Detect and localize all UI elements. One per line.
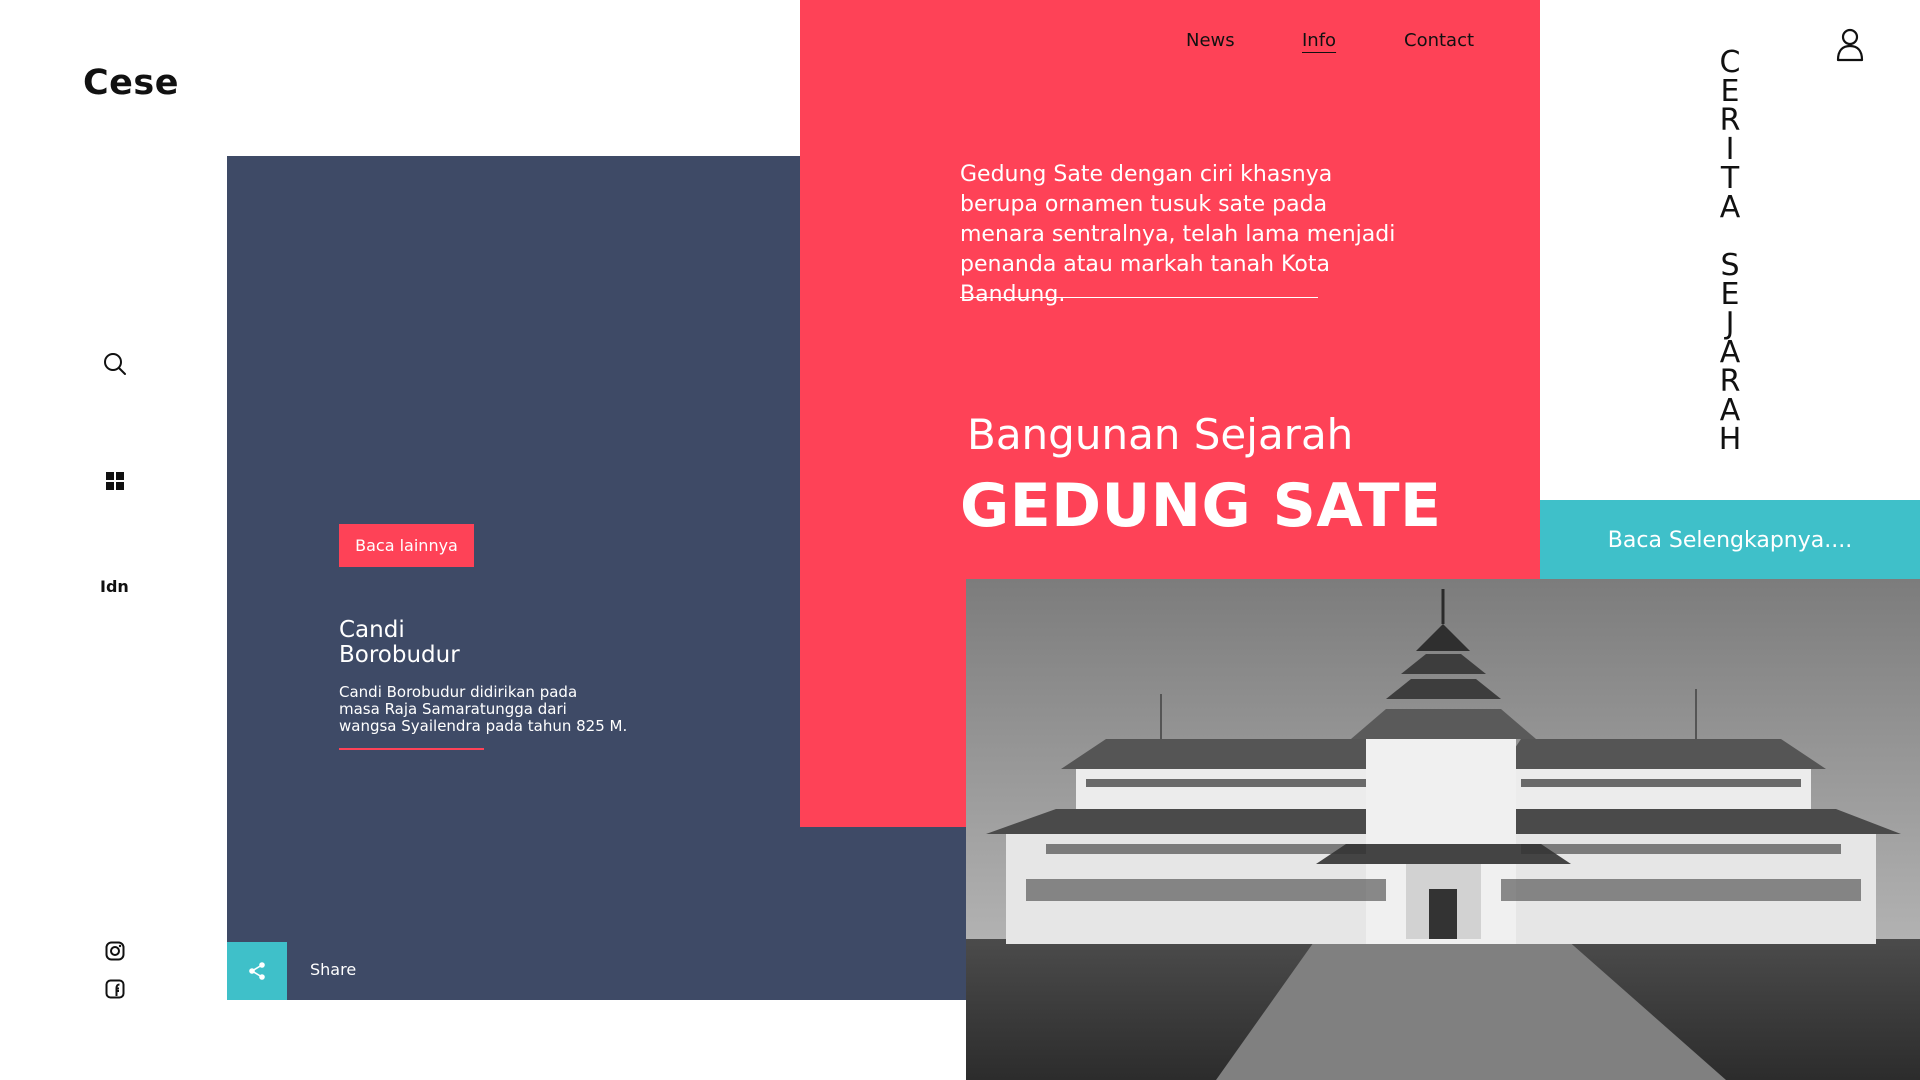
side-card-title-line2: Borobudur bbox=[339, 642, 460, 668]
feature-intro: Gedung Sate dengan ciri khasnya berupa o… bbox=[960, 162, 1396, 307]
intro-divider bbox=[960, 297, 1318, 298]
vertical-letter bbox=[1710, 222, 1750, 251]
side-card-description: Candi Borobudur didirikan pada masa Raja… bbox=[339, 684, 659, 735]
instagram-icon[interactable] bbox=[100, 936, 130, 966]
feature-title: GEDUNG SATE bbox=[960, 471, 1442, 541]
side-card-desc-line2: masa Raja Samaratungga dari bbox=[339, 700, 567, 718]
vertical-letter: S bbox=[1720, 248, 1740, 283]
side-card-divider bbox=[339, 748, 484, 750]
nav-news[interactable]: News bbox=[1186, 30, 1235, 51]
vertical-letter: R bbox=[1719, 103, 1741, 138]
nav-info[interactable]: Info bbox=[1302, 30, 1336, 51]
vertical-letter: J bbox=[1725, 306, 1735, 341]
vertical-letter: T bbox=[1720, 161, 1740, 196]
side-card-desc-line1: Candi Borobudur didirikan pada bbox=[339, 683, 578, 701]
side-card-desc-line3: wangsa Syailendra pada tahun 825 M. bbox=[339, 717, 628, 735]
vertical-letter: E bbox=[1720, 74, 1740, 109]
vertical-letter: A bbox=[1719, 393, 1741, 428]
read-more-button[interactable]: Baca lainnya bbox=[339, 524, 474, 567]
share-button[interactable] bbox=[227, 942, 287, 1000]
site-logo[interactable]: Cese bbox=[83, 63, 179, 103]
vertical-letter: H bbox=[1718, 422, 1742, 457]
vertical-letter: A bbox=[1719, 335, 1741, 370]
vertical-letter: C bbox=[1719, 45, 1741, 80]
facebook-icon[interactable] bbox=[100, 974, 130, 1004]
vertical-title: CERITA SEJARAH bbox=[1710, 45, 1750, 457]
side-card-title-line1: Candi bbox=[339, 617, 405, 643]
side-card-title: Candi Borobudur bbox=[339, 618, 559, 668]
vertical-letter: A bbox=[1719, 190, 1741, 225]
language-switch[interactable]: Idn bbox=[100, 577, 129, 596]
share-label[interactable]: Share bbox=[310, 960, 356, 979]
feature-subtitle: Bangunan Sejarah bbox=[967, 410, 1354, 459]
vertical-letter: R bbox=[1719, 364, 1741, 399]
read-more-full-button[interactable]: Baca Selengkapnya.... bbox=[1540, 500, 1920, 580]
vertical-letter: E bbox=[1720, 277, 1740, 312]
share-icon bbox=[249, 962, 265, 980]
user-icon[interactable] bbox=[1832, 26, 1868, 62]
vertical-letter: I bbox=[1725, 132, 1735, 167]
nav-contact[interactable]: Contact bbox=[1404, 30, 1474, 51]
search-icon[interactable] bbox=[100, 349, 130, 379]
gedung-sate-photo bbox=[966, 579, 1920, 1080]
grid-icon[interactable] bbox=[100, 466, 130, 496]
